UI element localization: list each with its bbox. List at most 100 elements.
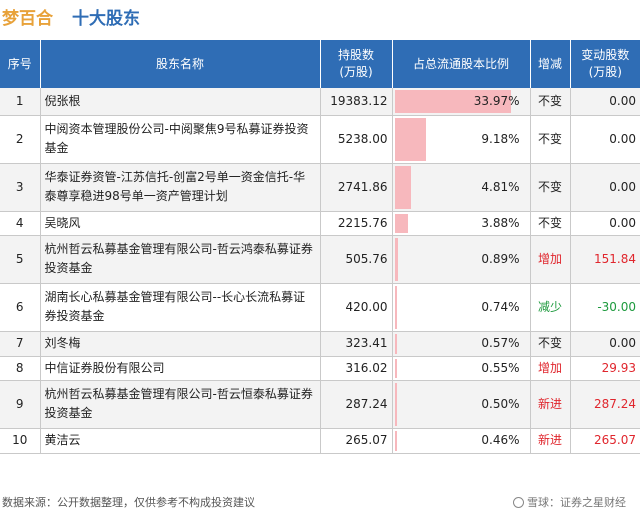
ratio-bar [394,333,397,354]
ratio-value: 0.46% [481,433,520,447]
ratio-cell: 4.81% [392,163,531,212]
table-row: 8 中信证券股份有限公司 316.02 0.55% 增加 29.93 [0,356,640,381]
rank-cell: 5 [0,235,41,284]
shares-cell: 323.41 [320,331,393,357]
delta-shares-cell: 151.84 [570,235,640,284]
ratio-value: 0.74% [481,299,520,314]
ratio-bar [394,213,408,233]
table-row: 7 刘冬梅 323.41 0.57% 不变 0.00 [0,331,640,357]
col-header-name: 股东名称 [40,40,321,88]
delta-shares-cell: 287.24 [570,380,640,429]
shares-cell: 420.00 [320,283,393,332]
rank-cell: 4 [0,211,41,236]
col-header-delta-label: 变动股数 (万股) [581,48,630,79]
ratio-bar [394,358,397,378]
rank-cell: 2 [0,115,41,164]
shares-cell: 2741.86 [320,163,393,212]
change-status-cell: 不变 [530,88,571,116]
table-row: 1 倪张根 19383.12 33.97% 不变 0.00 [0,88,640,116]
data-source-note: 数据来源：公开数据整理，仅供参考不构成投资建议 [2,496,255,509]
rank-cell: 7 [0,331,41,357]
table-header-row: 序号 股东名称 持股数 (万股) 占总流通股本比例 增减 变动股数 (万股) [0,40,640,88]
ratio-cell: 0.57% [392,331,531,357]
rank-cell: 1 [0,88,41,116]
snowball-icon [513,497,524,508]
change-status-cell: 不变 [530,163,571,212]
table-row: 6 湖南长心私募基金管理有限公司--长心长流私募证券投资基金 420.00 0.74%… [0,283,640,332]
ratio-bar [394,117,427,161]
ratio-value: 9.18% [481,131,520,146]
holder-name-cell: 杭州哲云私募基金管理有限公司-哲云恒泰私募证券投资基金 [40,380,321,429]
ratio-cell: 9.18% [392,115,531,164]
ratio-bar [394,237,398,281]
company-name: 梦百合 [2,9,53,29]
holder-name-cell: 刘冬梅 [40,331,321,357]
table-body: 1 倪张根 19383.12 33.97% 不变 0.00 2 中阅资本管理股份公司-中阅聚焦… [0,88,640,454]
ratio-bar [394,382,397,426]
change-status-cell: 不变 [530,115,571,164]
holder-name-cell: 湖南长心私募基金管理有限公司--长心长流私募证券投资基金 [40,283,321,332]
table-row: 9 杭州哲云私募基金管理有限公司-哲云恒泰私募证券投资基金 287.24 0.50% 新… [0,380,640,429]
shares-cell: 287.24 [320,380,393,429]
footer: 数据来源：公开数据整理，仅供参考不构成投资建议 雪球：证券之星财经 [0,494,640,510]
col-header-rank: 序号 [0,40,41,88]
delta-shares-cell: 0.00 [570,211,640,236]
change-status-cell: 增加 [530,235,571,284]
table-row: 4 吴晓风 2215.76 3.88% 不变 0.00 [0,211,640,236]
delta-shares-cell: 29.93 [570,356,640,381]
title-bar: 梦百合 十大股东 [0,0,640,34]
delta-shares-cell: 0.00 [570,331,640,357]
ratio-cell: 0.74% [392,283,531,332]
top-shareholders-table: 序号 股东名称 持股数 (万股) 占总流通股本比例 增减 变动股数 (万股) 1 倪张… [0,40,640,454]
shares-cell: 505.76 [320,235,393,284]
footer-brand: 雪球：证券之星财经 [513,494,626,510]
holder-name-cell: 华泰证券资管-江苏信托-创富2号单一资金信托-华泰尊享稳进98号单一资产管理计划 [40,163,321,212]
holder-name-cell: 中信证券股份有限公司 [40,356,321,381]
ratio-value: 0.50% [481,396,520,411]
change-status-cell: 新进 [530,428,571,454]
change-status-cell: 新进 [530,380,571,429]
holder-name-cell: 中阅资本管理股份公司-中阅聚焦9号私募证券投资基金 [40,115,321,164]
table-row: 3 华泰证券资管-江苏信托-创富2号单一资金信托-华泰尊享稳进98号单一资产管理计… [0,163,640,212]
holder-name-cell: 杭州哲云私募基金管理有限公司-哲云鸿泰私募证券投资基金 [40,235,321,284]
ratio-cell: 0.50% [392,380,531,429]
page-title: 十大股东 [72,9,140,29]
change-status-cell: 减少 [530,283,571,332]
delta-shares-cell: 0.00 [570,115,640,164]
change-status-cell: 增加 [530,356,571,381]
rank-cell: 8 [0,356,41,381]
rank-cell: 6 [0,283,41,332]
footer-brand-text: 雪球：证券之星财经 [527,496,626,509]
ratio-bar [394,285,398,329]
ratio-cell: 0.55% [392,356,531,381]
table-row: 5 杭州哲云私募基金管理有限公司-哲云鸿泰私募证券投资基金 505.76 0.89% 增… [0,235,640,284]
delta-shares-cell: 0.00 [570,163,640,212]
rank-cell: 10 [0,428,41,454]
ratio-value: 33.97% [473,93,520,108]
col-header-shares-label: 持股数 (万股) [337,48,374,79]
ratio-cell: 33.97% [392,88,531,116]
ratio-value: 4.81% [481,179,520,194]
delta-shares-cell: 265.07 [570,428,640,454]
col-header-delta: 变动股数 (万股) [570,40,640,88]
ratio-value: 3.88% [481,215,520,230]
holder-name-cell: 吴晓风 [40,211,321,236]
ratio-cell: 0.46% [392,428,531,454]
col-header-change: 增减 [530,40,571,88]
shares-cell: 19383.12 [320,88,393,116]
ratio-bar [394,165,412,209]
delta-shares-cell: -30.00 [570,283,640,332]
shares-cell: 2215.76 [320,211,393,236]
rank-cell: 3 [0,163,41,212]
ratio-value: 0.89% [481,251,520,266]
col-header-shares: 持股数 (万股) [320,40,393,88]
delta-shares-cell: 0.00 [570,88,640,116]
table-row: 2 中阅资本管理股份公司-中阅聚焦9号私募证券投资基金 5238.00 9.18% 不变… [0,115,640,164]
rank-cell: 9 [0,380,41,429]
shares-cell: 265.07 [320,428,393,454]
change-status-cell: 不变 [530,211,571,236]
ratio-cell: 0.89% [392,235,531,284]
table-row: 10 黄洁云 265.07 0.46% 新进 265.07 [0,428,640,454]
ratio-value: 0.57% [481,336,520,350]
shares-cell: 316.02 [320,356,393,381]
